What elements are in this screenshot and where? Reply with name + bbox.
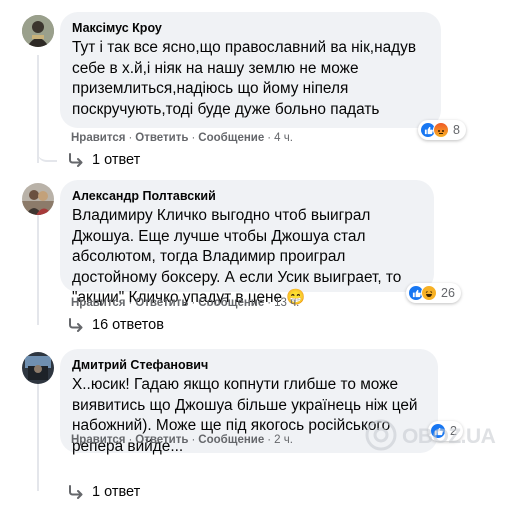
comment-timestamp[interactable]: 2 ч.	[274, 434, 293, 446]
reply-arrow-icon	[68, 485, 84, 499]
reply-button[interactable]: Ответить	[135, 434, 188, 446]
watermark: OBOZ.UA	[364, 412, 499, 462]
comment-actions: Нравится · Ответить · Сообщение · 2 ч.	[71, 434, 293, 446]
reply-arrow-icon	[68, 153, 84, 167]
reply-button[interactable]: Ответить	[135, 132, 188, 144]
view-replies-button[interactable]: 1 ответ	[68, 484, 140, 500]
reply-button[interactable]: Ответить	[135, 297, 188, 309]
message-button[interactable]: Сообщение	[198, 297, 264, 309]
comment-actions: Нравится · Ответить · Сообщение · 13 ч.	[71, 297, 300, 309]
thread-line	[37, 213, 39, 325]
replies-label: 16 ответов	[92, 317, 164, 333]
thread-elbow	[37, 140, 57, 162]
replies-label: 1 ответ	[92, 484, 141, 500]
view-replies-button[interactable]: 1 ответ	[68, 152, 140, 168]
reaction-count: 8	[453, 123, 460, 137]
like-button[interactable]: Нравится	[71, 297, 125, 309]
comment-author[interactable]: Максімус Кроу	[72, 20, 429, 36]
comment-actions: Нравится · Ответить · Сообщение · 4 ч.	[71, 132, 293, 144]
comment-bubble: Александр Полтавский Владимиру Кличко вы…	[60, 180, 434, 306]
haha-reaction-icon	[421, 285, 437, 301]
message-button[interactable]: Сообщение	[198, 434, 264, 446]
thread-line	[37, 383, 39, 491]
avatar[interactable]	[22, 183, 54, 215]
replies-label: 1 ответ	[92, 152, 141, 168]
like-button[interactable]: Нравится	[71, 132, 125, 144]
view-replies-button[interactable]: 16 ответов	[68, 317, 164, 333]
reaction-summary[interactable]: 8	[418, 120, 466, 140]
comment-author[interactable]: Александр Полтавский	[72, 188, 422, 204]
comment-bubble: Максімус Кроу Тут і так все ясно,що прав…	[60, 12, 441, 128]
reaction-count: 26	[441, 286, 455, 300]
watermark-logo-icon	[364, 418, 398, 457]
comment-author[interactable]: Дмитрий Стефанович	[72, 357, 426, 373]
reaction-summary[interactable]: 26	[406, 283, 461, 303]
message-button[interactable]: Сообщение	[198, 132, 264, 144]
avatar[interactable]	[22, 352, 54, 384]
comment-text: Тут і так все ясно,що православний ва ні…	[72, 39, 416, 118]
angry-reaction-icon	[433, 122, 449, 138]
reply-arrow-icon	[68, 318, 84, 332]
watermark-text: OBOZ.UA	[402, 425, 496, 448]
comment-text: Владимиру Кличко выгодно чтоб выиграл Дж…	[72, 207, 402, 306]
comment-timestamp[interactable]: 4 ч.	[274, 132, 293, 144]
like-button[interactable]: Нравится	[71, 434, 125, 446]
avatar[interactable]	[22, 15, 54, 47]
comment-timestamp[interactable]: 13 ч.	[274, 297, 299, 309]
